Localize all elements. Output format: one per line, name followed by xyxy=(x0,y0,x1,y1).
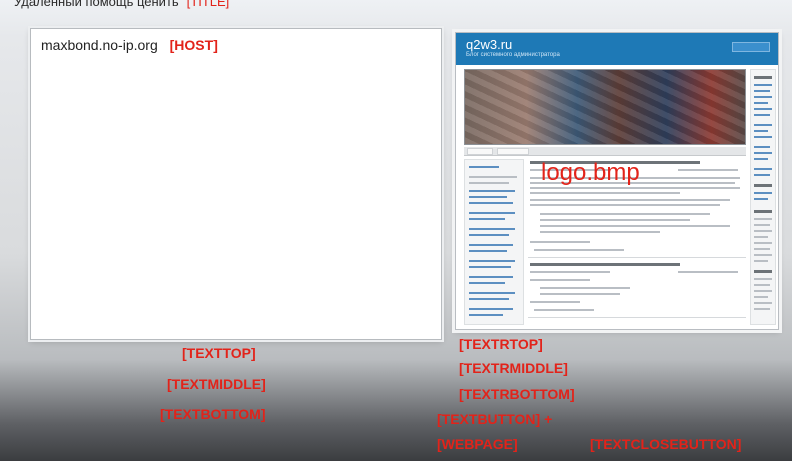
site-title: q2w3.ru xyxy=(466,37,513,52)
textrtop-tag: [TEXTRTOP] xyxy=(459,336,543,352)
site-nav-tab xyxy=(497,148,529,155)
textrmiddle-tag: [TEXTRMIDDLE] xyxy=(459,360,568,376)
textbottom-tag: [TEXTBOTTOM] xyxy=(160,406,266,422)
site-banner-image xyxy=(464,69,746,145)
site-nav-bar xyxy=(464,147,746,156)
site-right-column xyxy=(750,69,776,325)
site-header: q2w3.ru Блог системного администратора xyxy=(456,33,778,65)
host-panel: maxbond.no-ip.org [HOST] xyxy=(30,28,442,340)
site-left-column xyxy=(464,159,524,325)
textclosebutton-tag[interactable]: [TEXTCLOSEBUTTON] xyxy=(590,436,741,452)
textmiddle-tag: [TEXTMIDDLE] xyxy=(167,376,266,392)
host-placeholder-tag: [HOST] xyxy=(169,37,218,53)
host-row: maxbond.no-ip.org [HOST] xyxy=(41,37,218,53)
host-address: maxbond.no-ip.org xyxy=(41,37,158,53)
textbutton-tag[interactable]: [TEXTBUTTON] + xyxy=(437,411,552,427)
logo-placeholder-label: logo.bmp xyxy=(541,159,640,186)
textrbottom-tag: [TEXTRBOTTOM] xyxy=(459,386,575,402)
site-search-box xyxy=(732,42,770,52)
site-subtitle: Блог системного администратора xyxy=(466,52,560,58)
title-placeholder-tag: [TITLE] xyxy=(186,0,230,9)
webpage-thumbnail[interactable]: q2w3.ru Блог системного администратора l… xyxy=(455,32,779,330)
texttop-tag: [TEXTTOP] xyxy=(182,345,256,361)
site-nav-tab xyxy=(467,148,493,155)
window-caption: Удалённый помощь ценить [TITLE] xyxy=(14,0,230,9)
caption-text: Удалённый помощь ценить xyxy=(14,0,179,9)
webpage-tag[interactable]: [WEBPAGE] xyxy=(437,436,518,452)
